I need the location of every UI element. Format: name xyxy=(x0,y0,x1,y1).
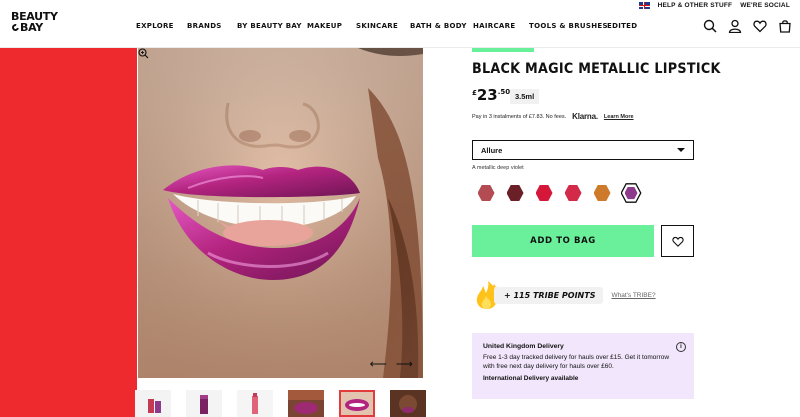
klarna-learn-more-link[interactable]: Learn More xyxy=(604,114,634,120)
utility-bar: HELP & OTHER STUFF WE'RE SOCIAL xyxy=(638,2,790,9)
nav-item-explore[interactable]: EXPLORE xyxy=(136,22,187,30)
nav-item-bath-body[interactable]: BATH & BODY xyxy=(410,22,473,30)
brand-red-panel xyxy=(0,48,137,417)
logo-line-2: BAY xyxy=(20,21,43,34)
nav-item-haircare[interactable]: HAIRCARE xyxy=(473,22,529,30)
swatch-hexagon-icon xyxy=(477,185,495,201)
thumbnail-1[interactable] xyxy=(135,390,171,417)
main-nav: EXPLORE BRANDS BY BEAUTY BAY MAKEUP SKIN… xyxy=(136,22,647,30)
chevron-down-icon xyxy=(677,148,685,152)
wishlist-heart-icon[interactable] xyxy=(753,19,767,33)
add-to-bag-button[interactable]: ADD TO BAG xyxy=(472,225,654,257)
nav-item-by-beauty-bay[interactable]: BY BEAUTY BAY xyxy=(237,22,307,30)
thumbnail-strip xyxy=(135,390,441,417)
swatch-hexagon-icon xyxy=(593,185,611,201)
delivery-heading: United Kingdom Delivery xyxy=(483,343,564,350)
shade-swatch-1[interactable] xyxy=(476,183,496,203)
nav-item-brands[interactable]: BRANDS xyxy=(187,22,237,30)
klarna-text: Pay in 3 instalments of £7.83. No fees. xyxy=(472,113,567,120)
shade-select[interactable]: Allure xyxy=(472,140,694,160)
shade-swatches xyxy=(476,183,641,203)
info-icon[interactable]: i xyxy=(676,342,686,352)
search-icon[interactable] xyxy=(703,19,717,33)
uk-flag-icon[interactable] xyxy=(638,2,650,9)
shade-description: A metallic deep violet xyxy=(472,165,524,171)
nav-item-edited[interactable]: EDITED xyxy=(607,22,647,30)
shade-swatch-6[interactable] xyxy=(621,183,641,203)
heart-icon xyxy=(671,236,684,247)
tribe-points: + 115 TRIBE POINTS What's TRIBE? xyxy=(474,280,656,310)
model-lips-illustration xyxy=(138,48,423,378)
whats-tribe-link[interactable]: What's TRIBE? xyxy=(611,292,655,299)
header-icons xyxy=(703,19,792,33)
price-cents: .50 xyxy=(497,88,511,96)
accent-bar xyxy=(472,48,534,52)
shade-swatch-4[interactable] xyxy=(563,183,583,203)
klarna-logo: Klarna. xyxy=(572,112,598,121)
account-icon[interactable] xyxy=(728,19,742,33)
delivery-info-panel: United Kingdom Delivery Free 1-3 day tra… xyxy=(472,333,694,399)
product-hero-image[interactable]: ⟵ ⟶ xyxy=(138,48,423,378)
help-link[interactable]: HELP & OTHER STUFF xyxy=(658,2,733,9)
bag-icon[interactable] xyxy=(778,19,792,33)
shade-select-value: Allure xyxy=(481,145,503,155)
product-title: BLACK MAGIC METALLIC LIPSTICK xyxy=(472,61,721,77)
thumbnail-4[interactable] xyxy=(288,390,324,417)
previous-image-arrow-icon[interactable]: ⟵ xyxy=(370,358,387,370)
shade-swatch-2[interactable] xyxy=(505,183,525,203)
size-badge: 3.5ml xyxy=(510,89,540,104)
product-price: £ 23 .50 xyxy=(472,87,510,103)
logo-moon-icon xyxy=(10,22,21,33)
thumbnail-5-selected[interactable] xyxy=(339,390,375,417)
klarna-info: Pay in 3 instalments of £7.83. No fees. … xyxy=(472,112,634,121)
thumbnail-6[interactable] xyxy=(390,390,426,417)
swatch-hexagon-icon xyxy=(506,185,524,201)
international-delivery-label: International Delivery available xyxy=(483,375,579,382)
shade-swatch-5[interactable] xyxy=(592,183,612,203)
nav-item-skincare[interactable]: SKINCARE xyxy=(356,22,410,30)
price-main: 23 xyxy=(476,86,498,104)
swatch-hexagon-icon xyxy=(535,185,553,201)
swatch-hexagon-icon xyxy=(624,186,638,200)
thumbnail-2[interactable] xyxy=(186,390,222,417)
beauty-bay-logo[interactable]: BEAUTY BAY xyxy=(10,11,61,34)
nav-item-makeup[interactable]: MAKEUP xyxy=(307,22,356,30)
next-image-arrow-icon[interactable]: ⟶ xyxy=(396,358,413,370)
shade-swatch-3[interactable] xyxy=(534,183,554,203)
tribe-points-label: + 115 TRIBE POINTS xyxy=(494,286,604,304)
thumbnail-3[interactable] xyxy=(237,390,273,417)
social-link[interactable]: WE'RE SOCIAL xyxy=(740,2,790,9)
add-to-wishlist-button[interactable] xyxy=(661,225,694,257)
swatch-hexagon-icon xyxy=(564,185,582,201)
zoom-icon[interactable] xyxy=(138,48,149,59)
nav-item-tools-brushes[interactable]: TOOLS & BRUSHES xyxy=(529,22,607,30)
delivery-text: Free 1-3 day tracked delivery for hauls … xyxy=(483,354,670,370)
